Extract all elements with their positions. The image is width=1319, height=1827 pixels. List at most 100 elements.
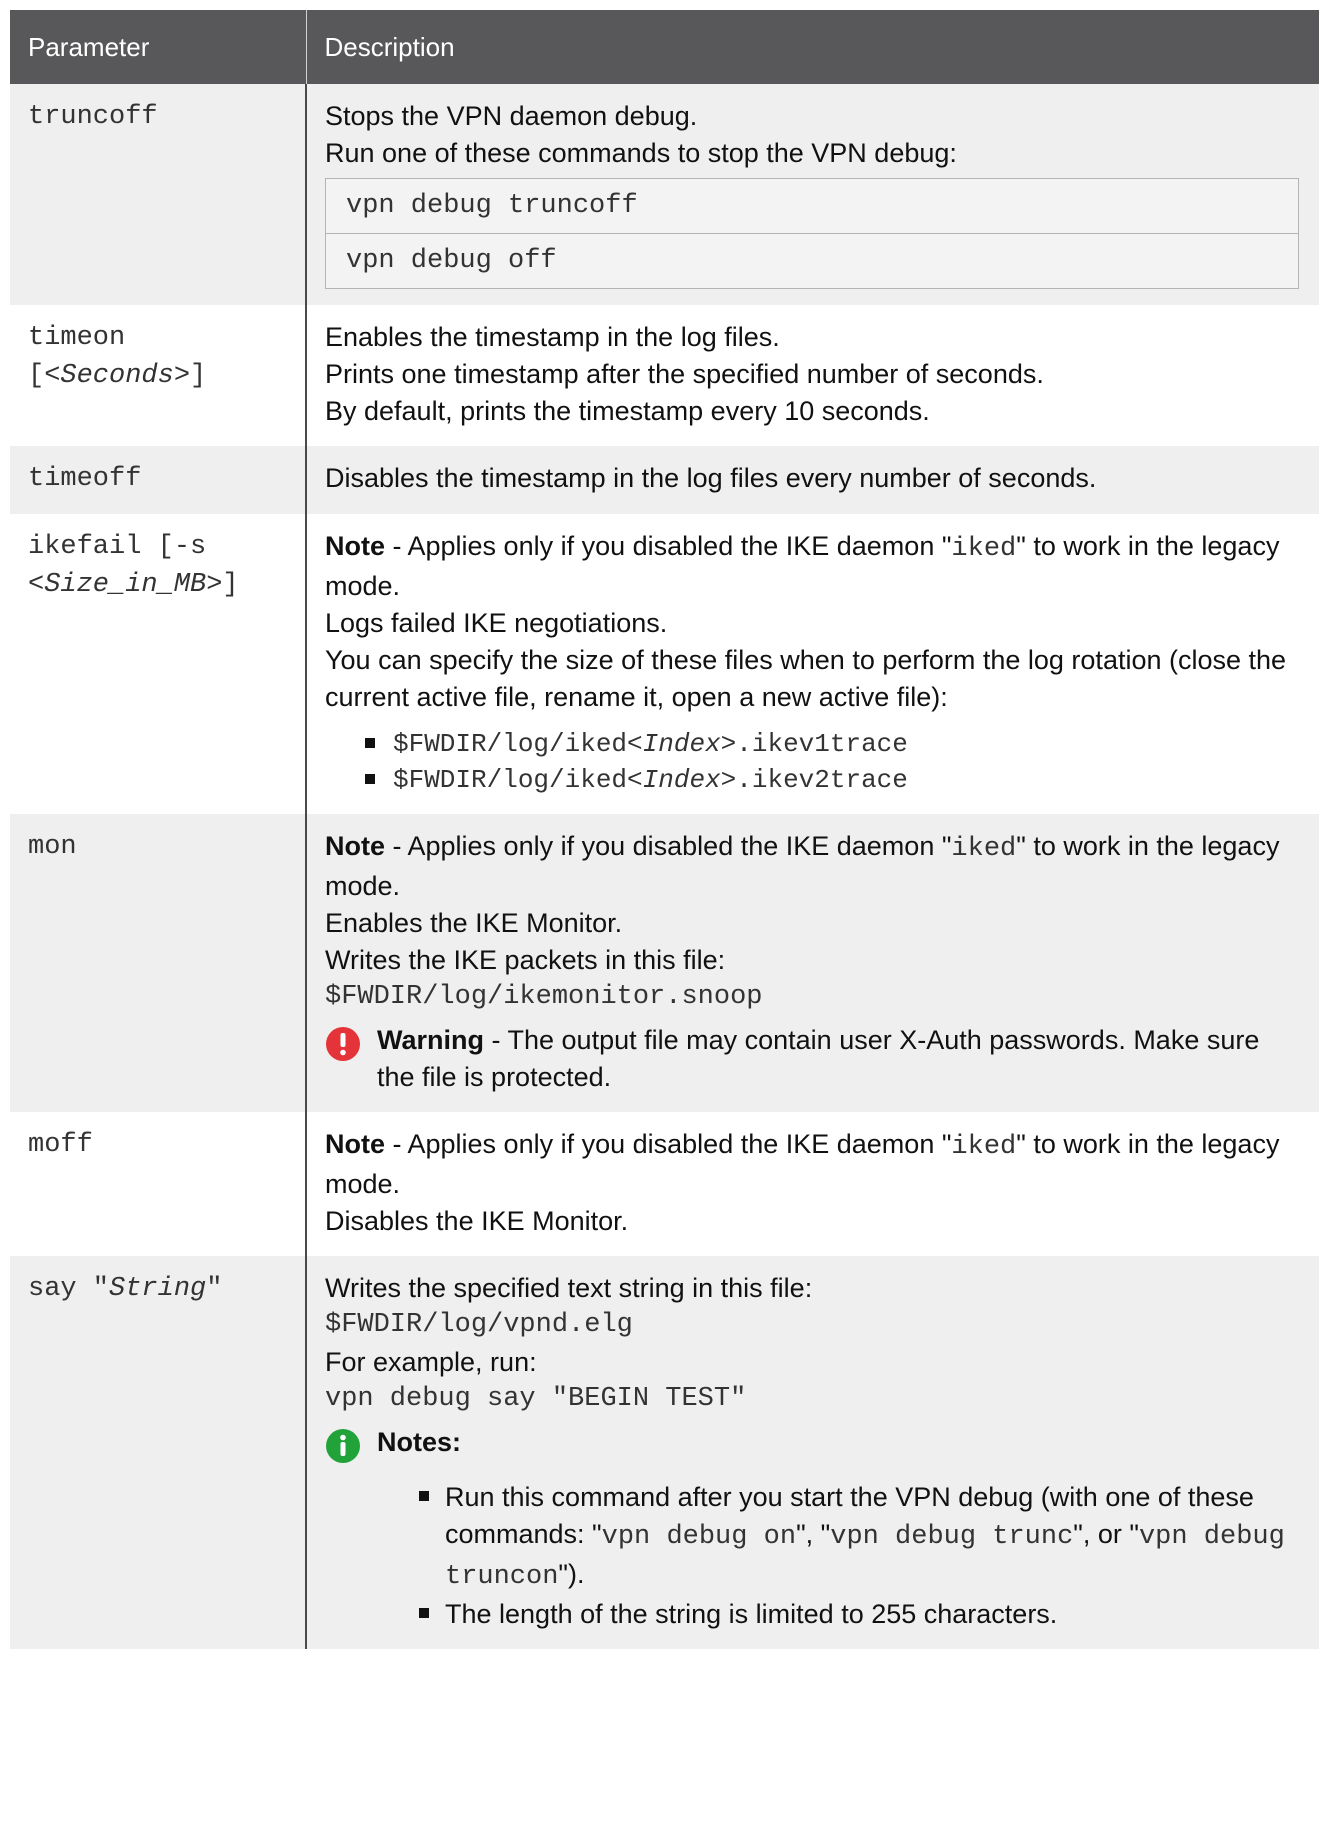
file-path: $FWDIR/log/vpnd.elg [325,1310,633,1340]
note-label: Note [325,531,385,561]
warning-message: - The output file may contain user X-Aut… [377,1025,1260,1092]
list-item: $FWDIR/log/iked<Index>.ikev1trace [365,726,1299,762]
note-code: iked [951,1132,1017,1162]
note-text-part: - Applies only if you disabled the IKE d… [385,531,952,561]
description-text: Run one of these commands to stop the VP… [325,138,957,168]
param-cell: truncoff [10,84,307,305]
param-quote: " [206,1274,223,1304]
param-name: ikefail [-s [28,532,207,562]
description-text: Writes the IKE packets in this file: [325,945,726,975]
command-box: vpn debug truncoff vpn debug off [325,178,1299,289]
note-text: Note - Applies only if you disabled the … [325,828,1299,905]
table-row-truncoff: truncoff Stops the VPN daemon debug. Run… [10,84,1319,305]
file-path-part: >.ikev1trace [720,729,908,759]
file-placeholder: Index [642,729,721,759]
note-text-part: "). [558,1559,585,1589]
param-name: moff [28,1130,93,1160]
description-text: Disables the timestamp in the log files … [325,463,1097,493]
param-bracket: < [28,570,45,600]
square-bullet-icon [419,1491,429,1501]
table-row-moff: moff Note - Applies only if you disabled… [10,1112,1319,1256]
param-name: timeoff [28,464,142,494]
list-item: $FWDIR/log/iked<Index>.ikev2trace [365,762,1299,798]
note-code: vpn debug trunc [830,1522,1074,1552]
header-parameter: Parameter [10,10,306,84]
param-cell: timeoff [10,446,307,514]
note-text-part: - Applies only if you disabled the IKE d… [385,831,952,861]
description-cell: Stops the VPN daemon debug. Run one of t… [306,84,1319,305]
note-code: iked [951,534,1017,564]
description-text: Enables the timestamp in the log files. [325,322,780,352]
file-path-part: $FWDIR/log/iked< [393,765,643,795]
square-bullet-icon [419,1608,429,1618]
note-code: vpn debug on [601,1522,797,1552]
param-cell: moff [10,1112,307,1256]
header-description: Description [305,10,1319,84]
note-text: Note - Applies only if you disabled the … [325,1126,1299,1203]
description-text: Stops the VPN daemon debug. [325,101,698,131]
table-header-row: Parameter Description [10,10,1319,84]
table-row-mon: mon Note - Applies only if you disabled … [10,814,1319,1112]
list-item: The length of the string is limited to 2… [395,1596,1299,1633]
param-name: timeon [28,323,126,353]
note-text-part: - Applies only if you disabled the IKE d… [385,1129,952,1159]
param-cell: timeon [<Seconds>] [10,305,307,446]
description-cell: Note - Applies only if you disabled the … [306,1112,1319,1256]
file-list: $FWDIR/log/iked<Index>.ikev1trace $FWDIR… [325,726,1299,798]
param-name: mon [28,832,77,862]
file-path-part: >.ikev2trace [720,765,908,795]
param-bracket: >] [173,361,207,391]
param-name: truncoff [28,102,158,132]
param-placeholder: String [109,1274,207,1304]
note-text-part: The length of the string is limited to 2… [445,1599,1058,1629]
param-argument: [<Seconds>] [28,357,285,395]
description-text: Enables the IKE Monitor. [325,908,623,938]
file-path-part: $FWDIR/log/iked< [393,729,643,759]
note-text: Note - Applies only if you disabled the … [325,528,1299,605]
param-name: say " [28,1274,110,1304]
warning-callout: Warning - The output file may contain us… [325,1022,1299,1096]
param-placeholder: Seconds [60,361,174,391]
note-label: Note [325,1129,385,1159]
note-label: Note [325,831,385,861]
description-cell: Note - Applies only if you disabled the … [306,814,1319,1112]
square-bullet-icon [365,738,375,748]
command-line: vpn debug off [326,233,1298,288]
description-cell: Note - Applies only if you disabled the … [306,514,1319,814]
description-cell: Enables the timestamp in the log files. … [306,305,1319,446]
description-text: For example, run: [325,1347,537,1377]
notes-label: Notes: [377,1427,462,1457]
info-icon [325,1428,361,1464]
param-cell: mon [10,814,307,1112]
square-bullet-icon [365,774,375,784]
description-text: Prints one timestamp after the specified… [325,359,1044,389]
description-text: Writes the specified text string in this… [325,1273,813,1303]
table-row-ikefail: ikefail [-s <Size_in_MB>] Note - Applies… [10,514,1319,814]
table-row-timeoff: timeoff Disables the timestamp in the lo… [10,446,1319,514]
note-text-part: ", " [796,1519,831,1549]
description-text: Logs failed IKE negotiations. [325,608,668,638]
description-text: You can specify the size of these files … [325,645,1287,712]
param-bracket: [< [28,361,61,391]
param-argument: <Size_in_MB>] [28,566,285,604]
description-text: By default, prints the timestamp every 1… [325,396,930,426]
table-row-say: say "String" Writes the specified text s… [10,1256,1319,1649]
param-cell: say "String" [10,1256,307,1649]
list-item: Run this command after you start the VPN… [395,1479,1299,1596]
command-line: vpn debug truncoff [346,191,638,221]
warning-label: Warning [377,1025,484,1055]
info-callout: Notes: [325,1424,1299,1464]
parameter-table: Parameter Description truncoff Stops the… [10,10,1319,1649]
notes-list: Run this command after you start the VPN… [325,1479,1299,1633]
warning-text: Warning - The output file may contain us… [377,1022,1299,1096]
note-code: iked [951,834,1017,864]
note-text-part: ", or " [1073,1519,1139,1549]
param-cell: ikefail [-s <Size_in_MB>] [10,514,307,814]
param-bracket: >] [206,570,239,600]
example-command: vpn debug say "BEGIN TEST" [325,1384,747,1414]
file-path: $FWDIR/log/ikemonitor.snoop [325,982,763,1012]
warning-icon [325,1026,361,1062]
param-placeholder: Size_in_MB [44,570,207,600]
file-placeholder: Index [642,765,721,795]
description-text: Disables the IKE Monitor. [325,1206,629,1236]
